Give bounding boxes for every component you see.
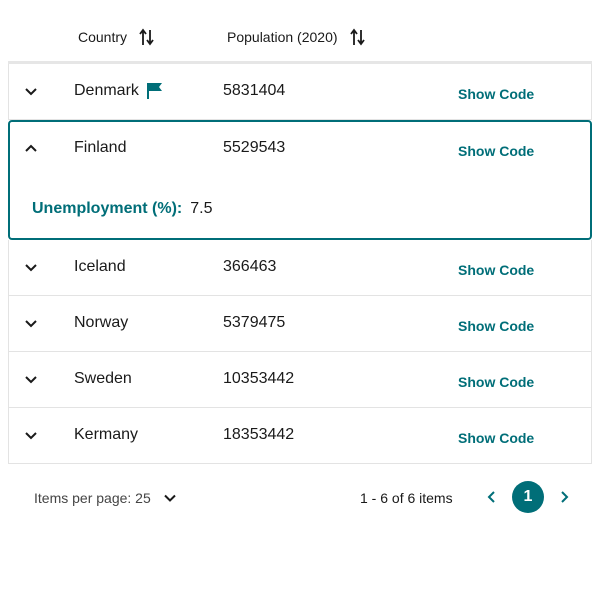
sort-arrows-icon[interactable]: [349, 27, 366, 47]
country-cell: Iceland: [74, 258, 126, 276]
column-header-country: Country: [78, 27, 155, 47]
sort-arrows-icon[interactable]: [139, 27, 155, 47]
chevron-down-icon[interactable]: [23, 316, 39, 332]
show-code-link[interactable]: Show Code: [458, 86, 534, 102]
population-cell: 5831404: [223, 82, 286, 99]
items-per-page-label: Items per page: 25: [34, 490, 151, 506]
country-name: Kermany: [74, 426, 139, 443]
country-name: Sweden: [74, 370, 132, 387]
pagination-range: 1 - 6 of 6 items: [360, 490, 453, 506]
flag-icon: [146, 82, 163, 100]
column-header-population: Population (2020): [227, 27, 366, 47]
items-per-page[interactable]: Items per page: 25: [34, 490, 177, 506]
chevron-down-icon[interactable]: [23, 84, 39, 100]
show-code-link[interactable]: Show Code: [458, 430, 534, 446]
chevron-left-icon[interactable]: [485, 490, 499, 504]
column-header-population-label: Population (2020): [227, 29, 338, 45]
chevron-down-icon[interactable]: [163, 491, 177, 505]
data-table: Country Population (2020) Denmark 583140…: [8, 0, 592, 464]
population-cell: 18353442: [223, 426, 295, 443]
country-cell: Denmark: [74, 82, 163, 100]
chevron-down-icon[interactable]: [23, 372, 39, 388]
table-row: Sweden 10353442 Show Code: [8, 352, 592, 408]
population-cell: 5379475: [223, 314, 286, 331]
country-name: Finland: [74, 139, 127, 156]
table-row: Denmark 5831404 Show Code: [8, 64, 592, 120]
population-cell: 366463: [223, 258, 277, 275]
country-cell: Norway: [74, 314, 128, 332]
table-header: Country Population (2020): [8, 0, 592, 64]
page-button-current[interactable]: 1: [512, 481, 544, 513]
chevron-up-icon[interactable]: [23, 140, 39, 156]
table-row: Norway 5379475 Show Code: [8, 296, 592, 352]
show-code-link[interactable]: Show Code: [458, 318, 534, 334]
detail-label: Unemployment (%):: [32, 200, 183, 217]
chevron-right-icon[interactable]: [557, 490, 571, 504]
chevron-down-icon[interactable]: [23, 260, 39, 276]
country-cell: Finland: [74, 139, 126, 157]
country-cell: Kermany: [74, 426, 138, 444]
country-name: Denmark: [74, 82, 139, 99]
pagination-bar: Items per page: 25 1 - 6 of 6 items 1: [8, 467, 592, 527]
table-row: Iceland 366463 Show Code: [8, 240, 592, 296]
table-row: Kermany 18353442 Show Code: [8, 408, 592, 464]
country-name: Norway: [74, 314, 129, 331]
chevron-down-icon[interactable]: [23, 428, 39, 444]
show-code-link[interactable]: Show Code: [458, 374, 534, 390]
show-code-link[interactable]: Show Code: [458, 143, 534, 159]
country-cell: Sweden: [74, 370, 132, 388]
row-detail: Unemployment (%): 7.5: [32, 200, 212, 218]
show-code-link[interactable]: Show Code: [458, 262, 534, 278]
country-name: Iceland: [74, 258, 126, 275]
population-cell: 5529543: [223, 139, 286, 156]
table-row-expanded: Finland 5529543 Show Code Unemployment (…: [8, 120, 592, 240]
column-header-country-label: Country: [78, 29, 128, 45]
detail-value: 7.5: [190, 200, 213, 217]
population-cell: 10353442: [223, 370, 295, 387]
